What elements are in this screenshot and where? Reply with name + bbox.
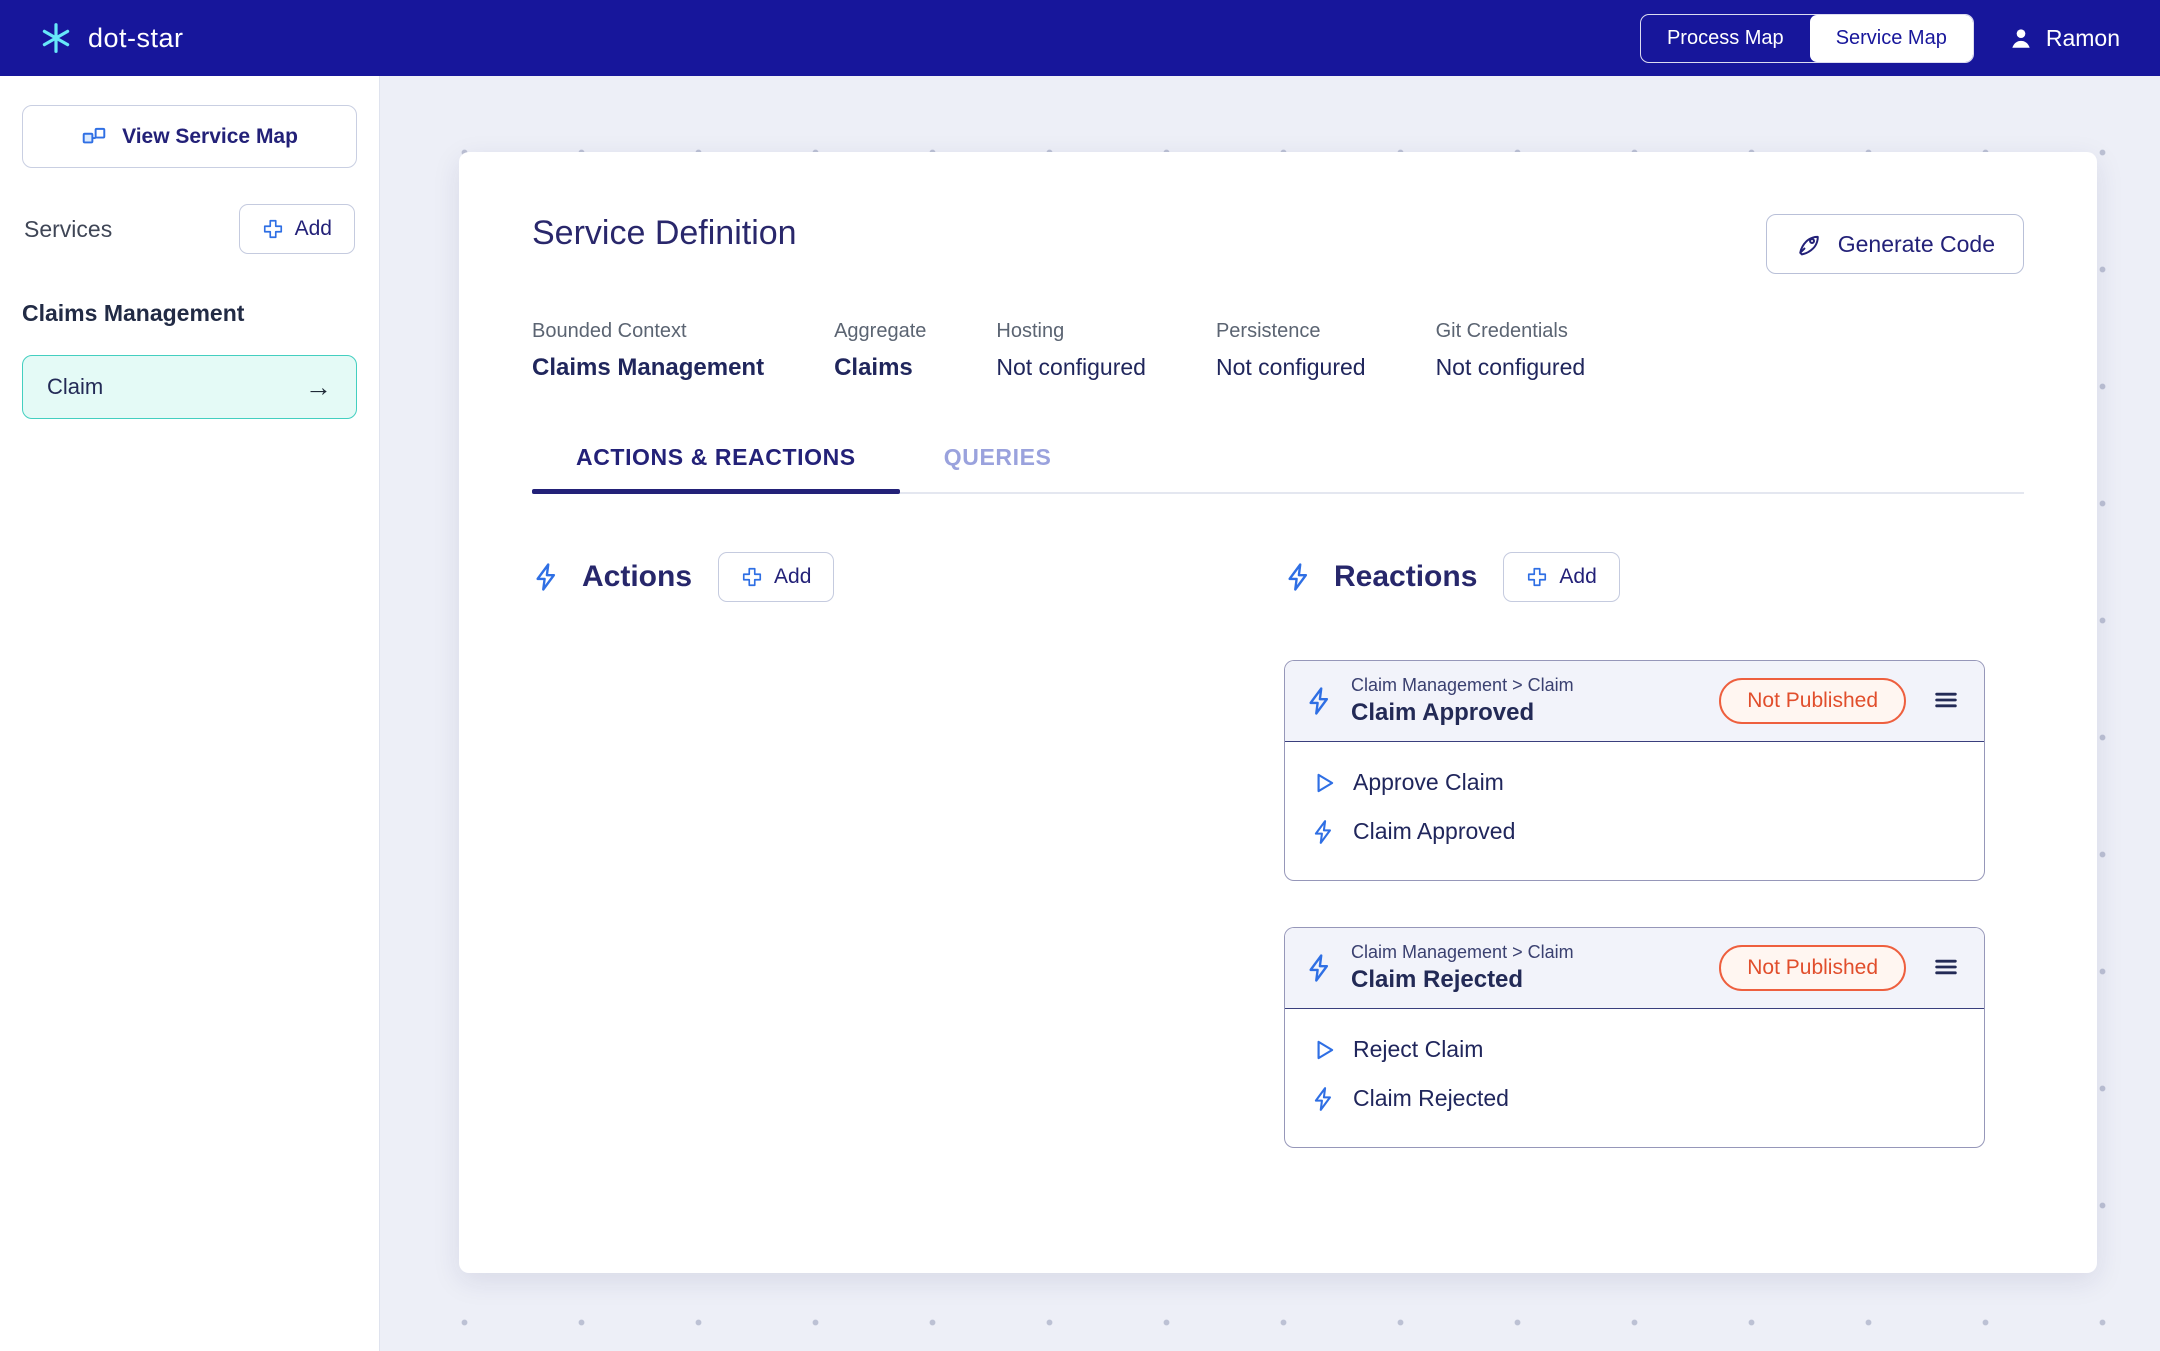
- reaction-card-claim-rejected: Claim Management > Claim Claim Rejected …: [1284, 927, 1985, 1148]
- reaction-card-header: Claim Management > Claim Claim Approved …: [1285, 661, 1984, 742]
- bolt-icon: [1311, 1086, 1337, 1112]
- breadcrumb: Claim Management > Claim: [1351, 675, 1719, 696]
- reaction-card-header: Claim Management > Claim Claim Rejected …: [1285, 928, 1984, 1009]
- add-reaction-button[interactable]: Add: [1503, 552, 1619, 602]
- status-badge: Not Published: [1719, 678, 1906, 724]
- bolt-icon: [1305, 953, 1335, 983]
- asterisk-logo-icon: [40, 22, 72, 54]
- claim-item-label: Claim: [47, 374, 103, 400]
- list-item: Claim Approved: [1311, 807, 1958, 856]
- hamburger-menu-icon[interactable]: [1928, 682, 1964, 721]
- breadcrumb: Claim Management > Claim: [1351, 942, 1719, 963]
- plus-icon: [1526, 566, 1548, 588]
- add-action-label: Add: [774, 565, 811, 589]
- meta-value: Claims Management: [532, 354, 764, 382]
- bolt-icon: [1311, 819, 1337, 845]
- reaction-title: Claim Approved: [1351, 699, 1719, 727]
- reaction-title: Claim Rejected: [1351, 966, 1719, 994]
- reaction-card-body: Approve Claim Claim Approved: [1285, 742, 1984, 880]
- view-service-map-label: View Service Map: [122, 125, 298, 149]
- tab-actions-reactions[interactable]: ACTIONS & REACTIONS: [532, 444, 900, 492]
- meta-value: Not configured: [1216, 354, 1366, 381]
- map-view-toggle: Process Map Service Map: [1640, 14, 1974, 63]
- services-label: Services: [24, 216, 112, 243]
- list-item: Reject Claim: [1311, 1025, 1958, 1074]
- actions-column: Actions Add: [532, 552, 1284, 1148]
- row-label: Claim Approved: [1353, 818, 1515, 845]
- row-label: Approve Claim: [1353, 769, 1504, 796]
- play-icon: [1311, 770, 1337, 796]
- reactions-title: Reactions: [1334, 560, 1477, 594]
- add-reaction-label: Add: [1559, 565, 1596, 589]
- add-service-button[interactable]: Add: [239, 204, 355, 254]
- main-canvas: Service Definition Generate Code Bounded…: [380, 76, 2160, 1351]
- row-label: Claim Rejected: [1353, 1085, 1509, 1112]
- detail-tabs: ACTIONS & REACTIONS QUERIES: [532, 444, 2024, 494]
- reaction-card-body: Reject Claim Claim Rejected: [1285, 1009, 1984, 1147]
- generate-code-label: Generate Code: [1838, 231, 1995, 258]
- bolt-icon: [1284, 562, 1314, 592]
- services-row: Services Add: [22, 204, 357, 254]
- service-group-title: Claims Management: [22, 300, 357, 327]
- meta-hosting: Hosting Not configured: [996, 320, 1146, 382]
- list-item: Claim Rejected: [1311, 1074, 1958, 1123]
- meta-persistence: Persistence Not configured: [1216, 320, 1366, 382]
- meta-aggregate: Aggregate Claims: [834, 320, 926, 382]
- navbar-right: Process Map Service Map Ramon: [1640, 14, 2120, 63]
- actions-title: Actions: [582, 560, 692, 594]
- sidebar: View Service Map Services Add Claims Man…: [0, 76, 380, 1351]
- plus-icon: [262, 218, 284, 240]
- tab-queries[interactable]: QUERIES: [900, 444, 1096, 492]
- generate-code-button[interactable]: Generate Code: [1766, 214, 2024, 274]
- meta-label: Hosting: [996, 320, 1146, 343]
- meta-label: Git Credentials: [1436, 320, 1586, 343]
- page-title: Service Definition: [532, 214, 797, 253]
- service-map-icon: [81, 124, 107, 150]
- bolt-icon: [1305, 686, 1335, 716]
- play-icon: [1311, 1037, 1337, 1063]
- reactions-column: Reactions Add: [1284, 552, 2024, 1148]
- user-menu[interactable]: Ramon: [2008, 25, 2120, 52]
- meta-value: Not configured: [1436, 354, 1586, 381]
- service-map-tab[interactable]: Service Map: [1810, 15, 1973, 62]
- top-navbar: dot-star Process Map Service Map Ramon: [0, 0, 2160, 76]
- bolt-icon: [532, 562, 562, 592]
- view-service-map-button[interactable]: View Service Map: [22, 105, 357, 168]
- rocket-icon: [1795, 230, 1823, 258]
- reaction-card-claim-approved: Claim Management > Claim Claim Approved …: [1284, 660, 1985, 881]
- row-label: Reject Claim: [1353, 1036, 1483, 1063]
- add-service-label: Add: [295, 217, 332, 241]
- meta-label: Persistence: [1216, 320, 1366, 343]
- user-name: Ramon: [2046, 25, 2120, 52]
- hamburger-menu-icon[interactable]: [1928, 949, 1964, 988]
- meta-git-credentials: Git Credentials Not configured: [1436, 320, 1586, 382]
- status-badge: Not Published: [1719, 945, 1906, 991]
- service-meta-row: Bounded Context Claims Management Aggreg…: [532, 320, 2024, 382]
- plus-icon: [741, 566, 763, 588]
- meta-value: Claims: [834, 354, 926, 382]
- sidebar-item-claim[interactable]: Claim →: [22, 355, 357, 419]
- process-map-tab[interactable]: Process Map: [1641, 15, 1810, 62]
- service-definition-card: Service Definition Generate Code Bounded…: [459, 152, 2097, 1273]
- add-action-button[interactable]: Add: [718, 552, 834, 602]
- meta-value: Not configured: [996, 354, 1146, 381]
- meta-label: Aggregate: [834, 320, 926, 343]
- person-icon: [2008, 25, 2034, 51]
- meta-label: Bounded Context: [532, 320, 764, 343]
- arrow-right-icon: →: [305, 372, 332, 403]
- list-item: Approve Claim: [1311, 758, 1958, 807]
- meta-bounded-context: Bounded Context Claims Management: [532, 320, 764, 382]
- brand: dot-star: [40, 22, 184, 54]
- brand-name: dot-star: [88, 23, 184, 54]
